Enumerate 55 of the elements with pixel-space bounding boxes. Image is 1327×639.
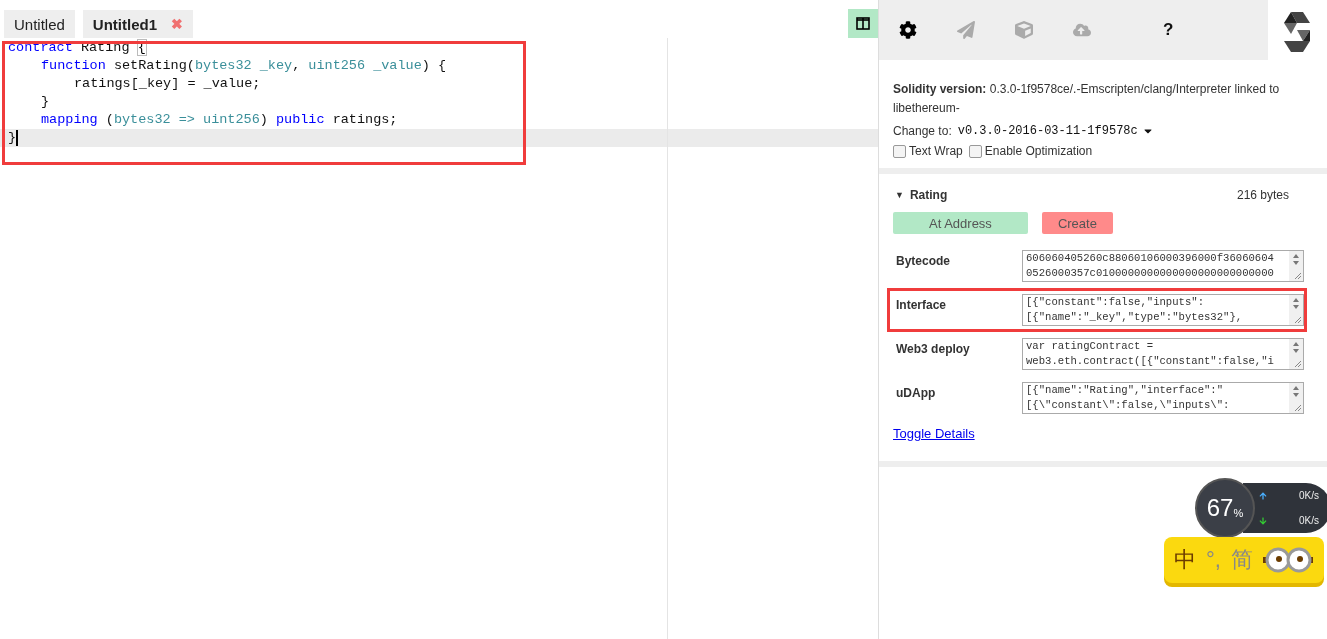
text-cursor [16, 130, 19, 146]
code-line: } [8, 129, 17, 147]
paper-plane-icon-tab[interactable] [957, 21, 975, 39]
settings-icon [899, 21, 917, 39]
code-line: } [41, 93, 50, 111]
code-line: mapping (bytes32 => uint256) public ratings; [41, 111, 398, 129]
code-line: ratings[_key] = _value; [74, 75, 261, 93]
contract-name: Rating [909, 188, 948, 202]
size-text: 216 bytes [1236, 188, 1289, 202]
tab-label: Untitled1 [92, 15, 158, 33]
split-view-button[interactable] [848, 9, 878, 38]
output-field[interactable]: [{"name":"Rating","interface":" [{\"constant\":false,\"inputs\": [1022, 382, 1304, 414]
arrow-down-icon [1259, 516, 1267, 525]
arrow-up-icon [1259, 491, 1267, 500]
scrollbar-icon [1289, 295, 1303, 325]
scrollbar-icon [1289, 383, 1303, 413]
checkbox[interactable] [968, 144, 982, 158]
contract-toggle[interactable]: ▼ Rating [895, 188, 948, 202]
output-field[interactable]: [{"constant":false,"inputs": [{"name":"_key","type":"bytes32"}, [1022, 294, 1304, 326]
change-label: Change to: [893, 124, 952, 138]
settings-icon-tab[interactable] [899, 21, 917, 39]
speed-text: 0K/s [1299, 515, 1319, 526]
goggles-icon [1262, 547, 1313, 573]
input-method-option[interactable]: 中 [1174, 545, 1196, 575]
paper-plane-icon [957, 21, 975, 39]
option-label: Text Wrap [909, 144, 963, 158]
field-label: uDApp [896, 385, 937, 402]
version-text: Solidity version: 0.3.0-1f9578ce/.-Emscripten/clang/Interpreter linked to libethereum- [893, 81, 1281, 117]
file-tab[interactable]: Untitled [4, 10, 75, 38]
cube-icon [1015, 21, 1033, 39]
logo-icon [1284, 12, 1310, 52]
scrollbar-icon [1289, 251, 1303, 281]
field-label: Bytecode [896, 253, 952, 270]
tab-label: Untitled [14, 15, 65, 33]
code-line: function setRating(bytes32 _key, uint256 _value) { [41, 57, 447, 75]
percent-sign: % [1233, 507, 1244, 519]
help-tab[interactable]: ? [1131, 20, 1174, 40]
cloud-upload-icon-tab[interactable] [1073, 21, 1091, 39]
triangle-icon: ▼ [895, 190, 904, 200]
toggle-details-link[interactable]: Toggle Details [893, 426, 975, 441]
panel-icon [856, 17, 870, 30]
option-label: Enable Optimization [984, 144, 1093, 158]
output-field[interactable]: 606060405260c88060106000396000f36060604 0526000357c0100000000000000000000000000 [1022, 250, 1304, 282]
cloud-upload-icon [1073, 21, 1091, 39]
scrollbar-icon [1289, 339, 1303, 369]
usage-percent: 67 [1206, 494, 1234, 522]
at-address-button[interactable]: At Address [893, 212, 1028, 234]
field-label: Web3 deploy [896, 341, 971, 358]
file-tab[interactable]: Untitled1 ✖ [82, 10, 194, 38]
speed-text: 0K/s [1299, 490, 1319, 501]
field-label: Interface [896, 297, 948, 314]
version-select[interactable]: v0.3.0-2016-03-11-1f9578c [957, 124, 1154, 138]
output-field[interactable]: var ratingContract = web3.eth.contract([{"constant":false,"i [1022, 338, 1304, 370]
cube-icon-tab[interactable] [1015, 21, 1033, 39]
checkbox[interactable] [893, 144, 906, 158]
